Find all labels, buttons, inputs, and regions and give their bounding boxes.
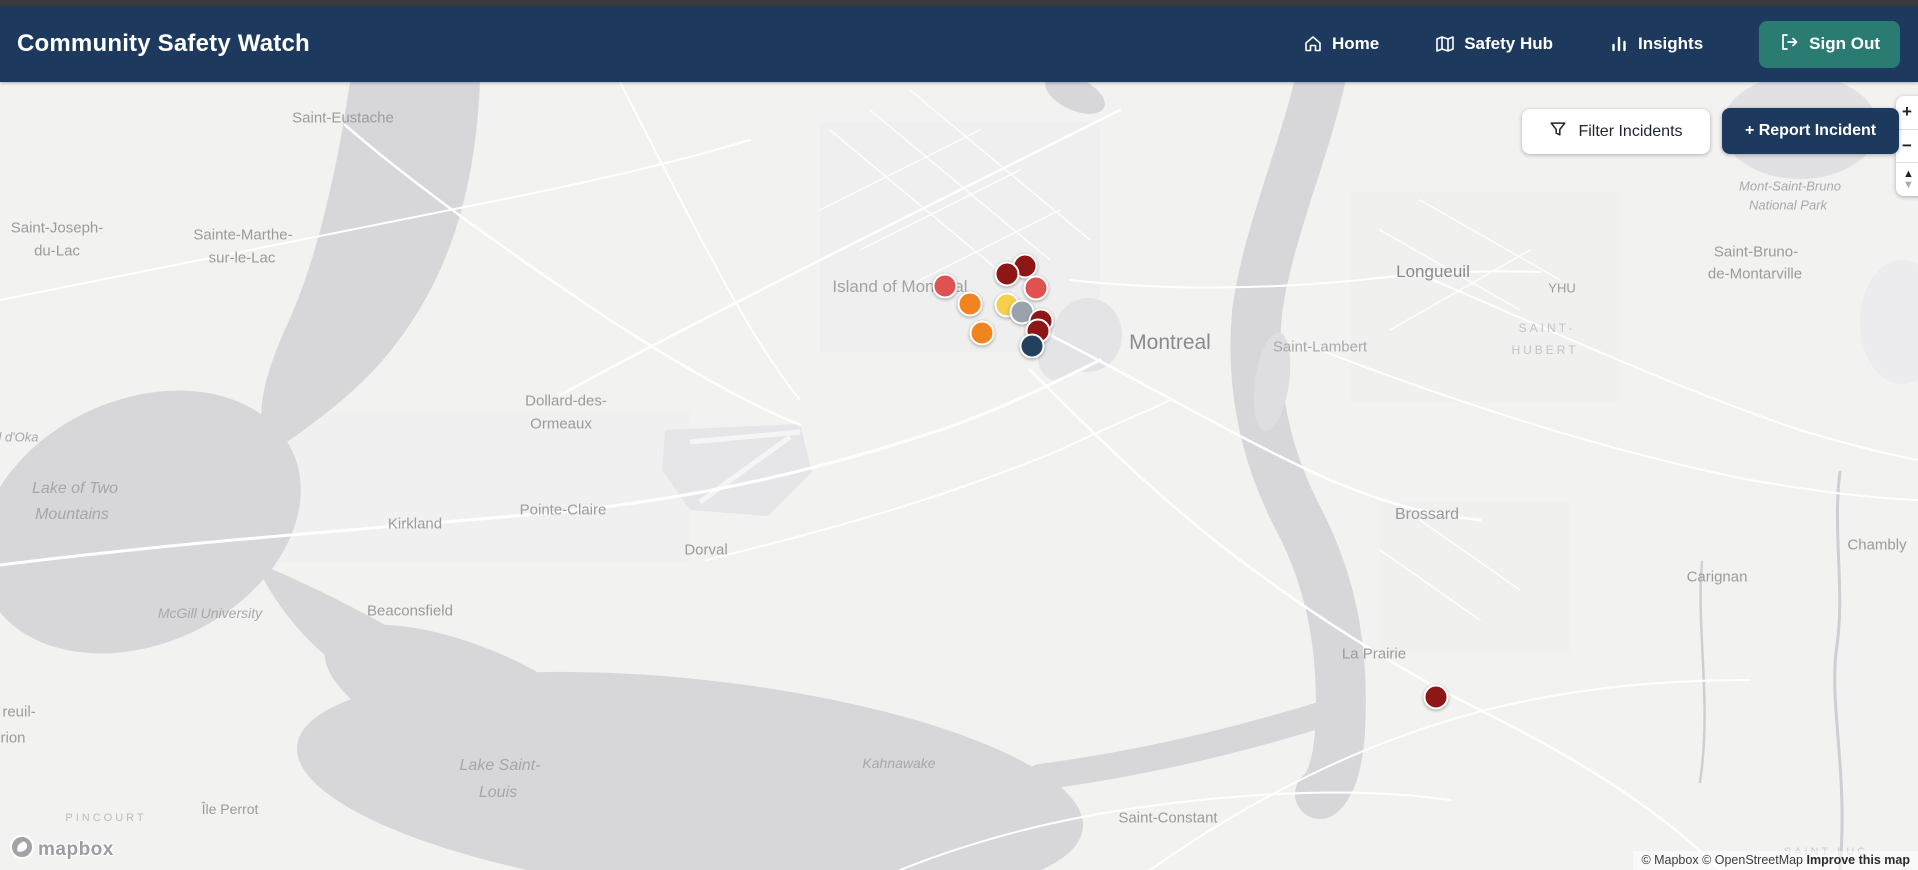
map-attribution: © Mapbox © OpenStreetMap Improve this ma… — [1633, 851, 1918, 870]
sign-out-button[interactable]: Sign Out — [1759, 20, 1900, 68]
incident-marker[interactable] — [932, 273, 958, 299]
mapbox-wordmark: mapbox — [38, 838, 114, 860]
incident-marker[interactable] — [969, 320, 995, 346]
attribution-mapbox-link[interactable]: © Mapbox — [1641, 853, 1698, 867]
mapbox-logo-icon — [10, 835, 34, 864]
mapbox-logo[interactable]: mapbox — [10, 835, 114, 864]
filter-icon — [1549, 120, 1567, 143]
incident-marker[interactable] — [994, 261, 1020, 287]
zoom-out-button[interactable]: − — [1896, 128, 1918, 163]
improve-map-link[interactable]: Improve this map — [1807, 853, 1911, 867]
nav-item-label: Insights — [1638, 34, 1704, 53]
page-title: Community Safety Watch — [17, 30, 310, 57]
nav-item-label: Safety Hub — [1464, 34, 1553, 53]
report-incident-button[interactable]: + Report Incident — [1722, 108, 1899, 154]
main-nav: Home Safety Hub Insights Sign Out — [1303, 20, 1918, 68]
incident-marker[interactable] — [957, 291, 983, 317]
home-icon — [1303, 34, 1323, 54]
map-canvas[interactable]: Saint-Eustache Saint-Joseph-du-Lac Sainte-… — [0, 82, 1918, 870]
zoom-in-button[interactable]: + — [1896, 96, 1918, 129]
map-icon — [1435, 34, 1455, 54]
map-base-layer — [0, 82, 1918, 870]
insights-icon — [1609, 34, 1629, 54]
app-header: Community Safety Watch Home Safety Hub I… — [0, 6, 1918, 82]
incident-marker[interactable] — [1019, 333, 1045, 359]
nav-item-safety-hub[interactable]: Safety Hub — [1435, 34, 1553, 54]
filter-incidents-button[interactable]: Filter Incidents — [1522, 109, 1710, 154]
attribution-osm-link[interactable]: © OpenStreetMap — [1702, 853, 1803, 867]
map-zoom-control: + − ▲ ▼ — [1896, 96, 1918, 196]
filter-label: Filter Incidents — [1578, 122, 1683, 140]
pitch-control[interactable]: ▲ ▼ — [1896, 162, 1918, 196]
incident-marker[interactable] — [1423, 684, 1449, 710]
pitch-down-icon: ▼ — [1903, 178, 1914, 191]
nav-item-label: Home — [1331, 34, 1380, 53]
sign-out-label: Sign Out — [1809, 34, 1880, 53]
nav-item-insights[interactable]: Insights — [1609, 34, 1703, 54]
incident-marker[interactable] — [1023, 275, 1049, 301]
nav-item-home[interactable]: Home — [1303, 34, 1379, 54]
sign-out-icon — [1779, 32, 1799, 57]
